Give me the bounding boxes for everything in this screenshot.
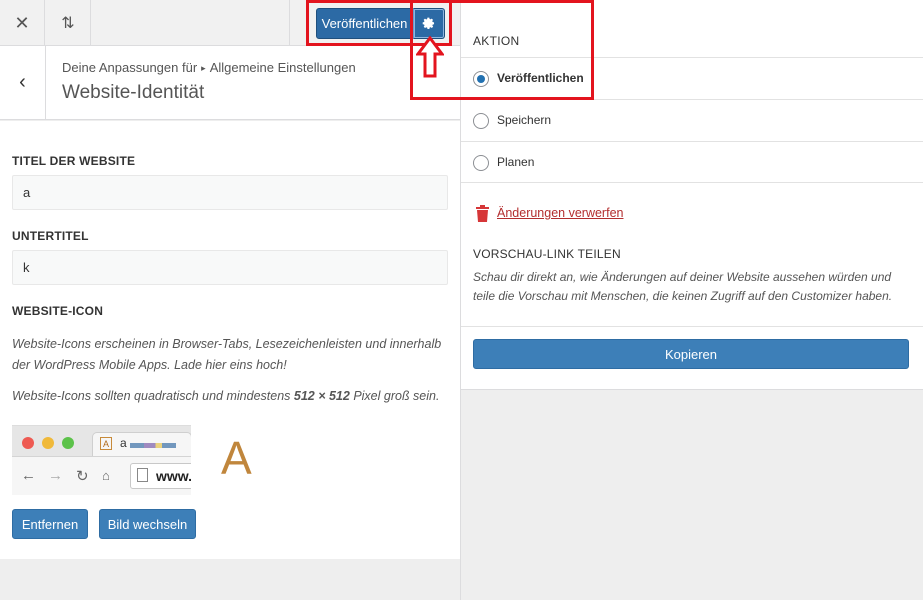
share-preview-description: Schau dir direkt an, wie Änderungen auf … bbox=[473, 270, 893, 303]
back-arrow-icon[interactable]: ‹ bbox=[0, 46, 46, 119]
discard-changes-link[interactable]: Änderungen verwerfen bbox=[497, 206, 623, 220]
site-title-input[interactable]: a bbox=[12, 175, 448, 210]
size-note-value: 512 × 512 bbox=[293, 389, 350, 403]
trash-icon[interactable] bbox=[475, 205, 490, 222]
tagline-input[interactable]: k bbox=[12, 250, 448, 285]
sort-arrows-icon[interactable]: ⇅ bbox=[46, 0, 91, 46]
site-icon-large: A bbox=[221, 432, 252, 484]
minimize-dot-icon bbox=[42, 437, 54, 449]
section-header: ‹ Deine Anpassungen für ▸ Allgemeine Einst… bbox=[0, 46, 460, 120]
site-icon-label: WEBSITE-ICON bbox=[12, 304, 104, 318]
option-label: Speichern bbox=[497, 113, 552, 127]
back-nav-icon: ← bbox=[21, 467, 36, 484]
site-title-label: TITEL DER WEBSITE bbox=[12, 154, 136, 168]
divider bbox=[461, 326, 923, 327]
close-icon[interactable]: ✕ bbox=[0, 0, 45, 46]
up-arrow-icon bbox=[416, 36, 444, 78]
change-image-button[interactable]: Bild wechseln bbox=[99, 509, 196, 539]
tab-title-blur bbox=[130, 443, 176, 448]
option-label: Planen bbox=[497, 155, 535, 169]
tagline-label: UNTERTITEL bbox=[12, 229, 89, 243]
share-preview-label: VORSCHAU-LINK TEILEN bbox=[473, 247, 621, 261]
browser-preview: A a ← → ↻ ⌂ www. bbox=[12, 425, 191, 495]
breadcrumb: Deine Anpassungen für ▸ Allgemeine Einstel… bbox=[62, 60, 356, 75]
reload-icon: ↻ bbox=[76, 468, 89, 485]
size-note-suffix: Pixel groß sein. bbox=[349, 389, 440, 403]
copy-button[interactable]: Kopieren bbox=[473, 339, 909, 369]
address-text: www. bbox=[156, 468, 191, 484]
site-identity-panel: TITEL DER WEBSITE a UNTERTITEL k WEBSITE… bbox=[0, 121, 460, 559]
browser-navbar: ← → ↻ ⌂ www. bbox=[12, 456, 191, 495]
option-schedule[interactable]: Planen bbox=[461, 141, 923, 183]
site-icon-description: Website-Icons erscheinen in Browser-Tabs… bbox=[12, 337, 442, 372]
forward-nav-icon: → bbox=[48, 467, 63, 484]
size-note-prefix: Website-Icons sollten quadratisch und mi… bbox=[12, 389, 294, 403]
home-icon: ⌂ bbox=[102, 468, 110, 483]
maximize-dot-icon bbox=[62, 437, 74, 449]
breadcrumb-prefix: Deine Anpassungen für bbox=[62, 60, 198, 75]
close-dot-icon bbox=[22, 437, 34, 449]
favicon-icon: A bbox=[100, 437, 112, 450]
remove-button[interactable]: Entfernen bbox=[12, 509, 88, 539]
breadcrumb-current: Allgemeine Einstellungen bbox=[209, 60, 356, 75]
radio-save[interactable] bbox=[473, 113, 489, 129]
browser-tab-title: a bbox=[120, 436, 127, 450]
site-icon-size-note: Website-Icons sollten quadratisch und mi… bbox=[12, 386, 448, 407]
option-save[interactable]: Speichern bbox=[461, 99, 923, 141]
section-title: Website-Identität bbox=[62, 82, 205, 103]
radio-schedule[interactable] bbox=[473, 155, 489, 171]
breadcrumb-separator-icon: ▸ bbox=[201, 63, 206, 73]
page-icon bbox=[137, 468, 148, 482]
